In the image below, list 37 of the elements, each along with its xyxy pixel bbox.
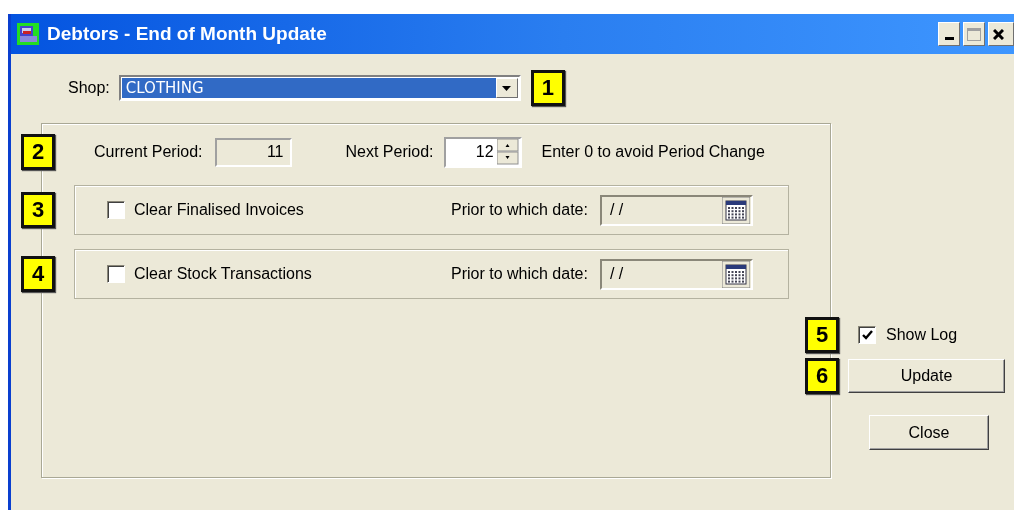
dropdown-arrow-icon	[502, 85, 512, 91]
spin-arrows-icon[interactable]	[496, 139, 519, 165]
close-button[interactable]: Close	[869, 415, 989, 450]
maximize-button[interactable]	[963, 22, 985, 46]
date-label: Prior to which date:	[451, 265, 588, 283]
check-mark-icon	[861, 330, 873, 340]
next-period-spinner[interactable]: 12	[443, 136, 522, 168]
window-title: Debtors - End of Month Update	[47, 23, 327, 45]
checkbox-label: Clear Finalised Invoices	[134, 201, 304, 219]
callout-number: 3	[21, 192, 55, 228]
current-period-field: 11	[214, 137, 292, 167]
calendar-icon[interactable]	[721, 196, 750, 224]
minimize-icon	[944, 36, 954, 40]
callout-number: 4	[21, 256, 55, 292]
callout-number: 6	[805, 358, 839, 394]
checkbox[interactable]	[107, 201, 125, 219]
checkbox-label: Clear Stock Transactions	[134, 265, 312, 283]
checkbox-label: Show Log	[886, 326, 958, 344]
update-button[interactable]: Update	[848, 359, 1005, 393]
date-field[interactable]: / /	[599, 194, 753, 226]
shop-label: Shop:	[68, 79, 110, 97]
date-label: Prior to which date:	[451, 201, 588, 219]
next-period-label: Next Period:	[345, 143, 434, 161]
shop-dropdown[interactable]: CLOTHING	[118, 75, 521, 101]
minimize-button[interactable]	[938, 22, 960, 46]
current-period-label: Current Period:	[94, 143, 203, 161]
callout-number: 2	[21, 134, 55, 170]
calendar-icon[interactable]	[721, 260, 750, 288]
close-window-button[interactable]	[988, 22, 1014, 46]
maximize-icon	[967, 27, 981, 41]
checkbox[interactable]	[858, 326, 876, 344]
date-field[interactable]: / /	[599, 258, 753, 290]
callout-number: 5	[805, 317, 839, 353]
period-hint: Enter 0 to avoid Period Change	[541, 143, 765, 161]
checkbox[interactable]	[107, 265, 125, 283]
close-icon	[993, 28, 1004, 40]
callout-number: 1	[530, 70, 565, 106]
